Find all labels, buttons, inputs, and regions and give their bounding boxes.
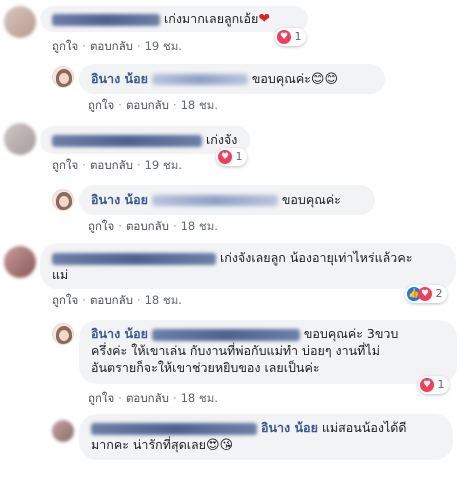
reaction-badge[interactable]: 👍♥ 2 <box>405 285 447 303</box>
timestamp[interactable]: 19 ชม. <box>145 39 182 53</box>
reaction-count: 2 <box>435 287 443 300</box>
heart-eyes-emoji: 😍😘 <box>205 438 234 453</box>
love-reaction-icon: ♥ <box>277 30 291 44</box>
reply-link[interactable]: ตอบกลับ <box>126 98 169 112</box>
comment-text-line-2: แม่ <box>52 267 69 282</box>
reply-bubble: อินาง น้อย ขอบคุณค่ะ😊😊 <box>79 64 385 94</box>
replier-name[interactable]: อินาง น้อย <box>91 192 148 207</box>
reply-text: ขอบคุณค่ะ <box>281 192 341 207</box>
reply-text-line-1: ขอบคุณค่ะ 3ขวบ <box>303 326 399 341</box>
replier-avatar[interactable] <box>52 189 74 211</box>
reply-text-line-1: แม่สอนน้องได้ดี <box>321 420 407 435</box>
like-link[interactable]: ถูกใจ <box>52 39 78 53</box>
timestamp[interactable]: 18 ชม. <box>181 219 218 233</box>
love-reaction-icon: ♥ <box>420 378 434 392</box>
reaction-badge[interactable]: ♥ 1 <box>418 376 449 394</box>
blurred-mention[interactable] <box>151 195 278 206</box>
love-reaction-icon: ♥ <box>418 287 432 301</box>
reply-text: ขอบคุณค่ะ <box>251 71 311 86</box>
reaction-count: 1 <box>294 30 302 43</box>
like-link[interactable]: ถูกใจ <box>52 293 78 307</box>
reaction-badge[interactable]: ♥ 1 <box>275 28 306 46</box>
commenter-avatar[interactable] <box>4 6 36 38</box>
replier-avatar[interactable] <box>52 420 74 442</box>
like-link[interactable]: ถูกใจ <box>52 158 78 172</box>
replier-name[interactable]: อินาง น้อย <box>91 326 148 341</box>
heart-emoji: ❤ <box>258 11 271 27</box>
commenter-avatar[interactable] <box>4 123 36 155</box>
reaction-badge[interactable]: ♥ 1 <box>216 148 247 166</box>
reply-link[interactable]: ตอบกลับ <box>90 158 133 172</box>
blurred-mention[interactable] <box>151 74 248 85</box>
reply-bubble: อินาง น้อย แม่สอนน้องได้ดี มากคะ น่ารักท… <box>79 414 453 460</box>
reply-link[interactable]: ตอบกลับ <box>90 39 133 53</box>
reply-text-line-3: อันตรายก็จะให้เขาช่วยหยิบของ เลยเป็นค่ะ <box>91 360 320 375</box>
reply-text-line-2: ครึ่งค่ะ ให้เขาเล่น กับงานที่พ่อกับแม่ทำ… <box>91 343 380 358</box>
timestamp[interactable]: 18 ชม. <box>181 98 218 112</box>
comment-actions: ถูกใจ · ตอบกลับ · 19 ชม. <box>52 158 182 172</box>
love-reaction-icon: ♥ <box>218 150 232 164</box>
reply-bubble: อินาง น้อย ขอบคุณค่ะ 3ขวบ ครึ่งค่ะ ให้เข… <box>79 320 457 384</box>
mentioned-name[interactable]: อินาง น้อย <box>261 420 318 435</box>
reply-link[interactable]: ตอบกลับ <box>126 391 169 405</box>
reaction-count: 1 <box>437 378 445 391</box>
replier-name[interactable] <box>91 422 257 435</box>
reply-actions: ถูกใจ · ตอบกลับ · 18 ชม. <box>88 219 218 233</box>
reply-actions: ถูกใจ · ตอบกลับ · 18 ชม. <box>88 391 218 405</box>
comment-bubble: เก่งมากเลยลูกเอ้ย❤ <box>40 6 308 32</box>
timestamp[interactable]: 19 ชม. <box>145 158 182 172</box>
like-link[interactable]: ถูกใจ <box>88 219 114 233</box>
comment-actions: ถูกใจ · ตอบกลับ · 18 ชม. <box>52 293 182 307</box>
like-link[interactable]: ถูกใจ <box>88 391 114 405</box>
reply-bubble: อินาง น้อย ขอบคุณค่ะ <box>79 185 375 215</box>
smile-emoji: 😊😊 <box>310 72 339 87</box>
reply-link[interactable]: ตอบกลับ <box>126 219 169 233</box>
reply-text-line-2: มากคะ น่ารักที่สุดเลย <box>91 437 206 452</box>
comment-bubble: เก่งจังเลยลูก น้องอายุเท่าไหร่แล้วคะ แม่ <box>40 243 456 289</box>
reaction-count: 1 <box>235 150 243 163</box>
commenter-name[interactable] <box>52 252 216 265</box>
replier-avatar[interactable] <box>52 66 74 88</box>
commenter-name[interactable] <box>52 134 202 147</box>
commenter-avatar[interactable] <box>4 246 36 278</box>
timestamp[interactable]: 18 ชม. <box>181 391 218 405</box>
replier-avatar[interactable] <box>52 323 74 345</box>
reply-actions: ถูกใจ · ตอบกลับ · 18 ชม. <box>88 98 218 112</box>
timestamp[interactable]: 18 ชม. <box>145 293 182 307</box>
blurred-mention[interactable] <box>151 328 300 341</box>
like-link[interactable]: ถูกใจ <box>88 98 114 112</box>
comment-text-line-1: เก่งจังเลยลูก น้องอายุเท่าไหร่แล้วคะ <box>219 250 413 265</box>
comment-text: เก่งมากเลยลูกเอ้ย <box>163 11 259 26</box>
comment-actions: ถูกใจ · ตอบกลับ · 19 ชม. <box>52 39 182 53</box>
reply-link[interactable]: ตอบกลับ <box>90 293 133 307</box>
replier-name[interactable]: อินาง น้อย <box>91 71 148 86</box>
comment-text: เก่งจัง <box>205 132 238 147</box>
commenter-name[interactable] <box>52 13 160 26</box>
